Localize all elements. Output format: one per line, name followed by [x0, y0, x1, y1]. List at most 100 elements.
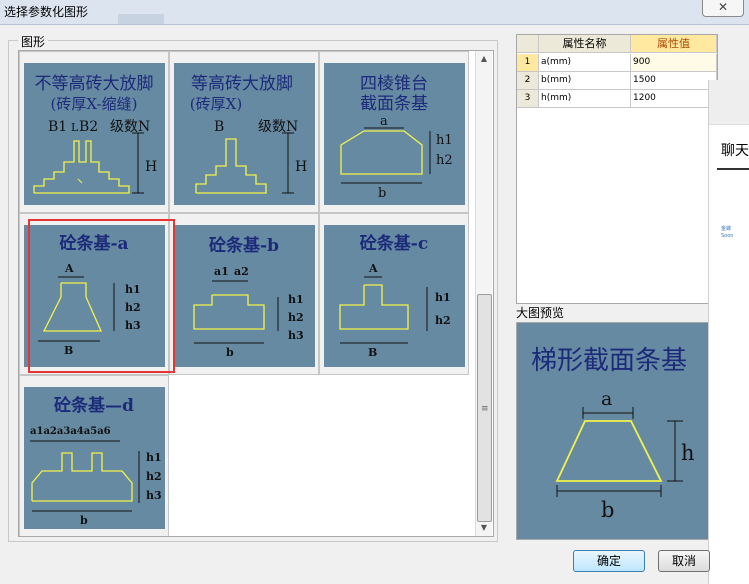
property-grid: 属性名称 属性值 1 a(mm) 900 2 b(mm) 1500 3 h(mm…	[516, 34, 718, 304]
row-index: 1	[517, 54, 539, 72]
shape-tile-pyramid-strip-footing[interactable]: 四棱锥台 截面条基 a h1 h2 b	[319, 51, 469, 213]
concrete-strip-c-diagram: 砼条基-c A h1 h2 B	[339, 233, 451, 359]
shape-title-line1: 不等高砖大放脚	[35, 74, 154, 94]
property-value-input[interactable]: 1200	[631, 90, 717, 108]
shape-tile-concrete-strip-d[interactable]: 砼条基—d a1a2a3a4a5a6 h1 h2 h3 b	[19, 375, 169, 536]
property-value-input[interactable]: 1500	[631, 72, 717, 90]
footing-outline	[193, 294, 265, 330]
label-b: b	[378, 186, 386, 201]
property-row[interactable]: 3 h(mm) 1200	[517, 90, 717, 108]
property-row[interactable]: 1 a(mm) 900	[517, 54, 717, 72]
shape-thumbnail: 砼条基-c A h1 h2 B	[324, 225, 465, 367]
chat-tab-underline	[717, 168, 749, 170]
label-h2: h2	[436, 153, 453, 168]
shape-thumbnail: 等高砖大放脚 (砖厚X) B 级数N H	[174, 63, 315, 205]
label-a: A	[368, 262, 378, 275]
footing-outline	[195, 138, 267, 194]
grip-icon: ≡	[481, 404, 489, 414]
background-tab	[118, 14, 164, 24]
label-a: a	[601, 388, 612, 410]
label-a1: a1	[214, 265, 229, 278]
row-index: 2	[517, 72, 539, 90]
row-index: 3	[517, 90, 539, 108]
label-h2: h2	[146, 470, 162, 483]
group-label: 图形	[18, 33, 49, 50]
label-b: b	[601, 498, 614, 522]
property-name: b(mm)	[539, 72, 631, 90]
label-b: b	[226, 346, 234, 359]
footing-outline	[33, 140, 130, 194]
scroll-thumb[interactable]: ≡	[477, 294, 492, 522]
label-h: H	[295, 159, 307, 175]
pyramid-strip-footing-diagram: 四棱锥台 截面条基 a h1 h2 b	[340, 74, 453, 201]
label-level: 级数N	[110, 119, 150, 135]
trapezoid-strip-footing-diagram: 梯形截面条基 a h b	[531, 346, 695, 522]
label-b: B	[368, 346, 377, 359]
shape-title-line1: 四棱锥台	[360, 74, 428, 94]
shape-title-line2: (砖厚X-缩缝)	[51, 95, 138, 113]
shape-thumbnail: 不等高砖大放脚 (砖厚X-缩缝) B1 L B2 级数N H	[24, 63, 165, 205]
shape-tile-even-brick-footing[interactable]: 等高砖大放脚 (砖厚X) B 级数N H	[169, 51, 319, 213]
header-property-name: 属性名称	[539, 35, 631, 53]
window-title: 选择参数化图形	[4, 5, 89, 19]
cancel-button[interactable]: 取消	[658, 550, 710, 572]
label-b2: B2	[79, 119, 98, 135]
shape-thumbnail: 四棱锥台 截面条基 a h1 h2 b	[324, 63, 465, 205]
label-h1: h1	[435, 291, 451, 304]
shape-thumbnail: 砼条基—d a1a2a3a4a5a6 h1 h2 h3 b	[24, 387, 165, 529]
concrete-strip-d-diagram: 砼条基—d a1a2a3a4a5a6 h1 h2 h3 b	[30, 395, 162, 527]
label-h1: h1	[436, 133, 453, 148]
label-h1: h1	[288, 293, 304, 306]
chat-panel[interactable]: 聊天 金蝶 Soon	[708, 80, 749, 584]
concrete-strip-b-diagram: 砼条基-b a1 a2 h1 h2 h3 b	[193, 235, 304, 359]
confirm-button[interactable]: 确定	[573, 550, 645, 572]
break-mark	[77, 178, 83, 184]
label-a-sequence: a1a2a3a4a5a6	[30, 426, 111, 437]
chat-panel-header	[709, 80, 749, 125]
shape-title-line2: 截面条基	[360, 94, 428, 114]
label-b: B	[214, 119, 224, 135]
even-brick-footing-diagram: 等高砖大放脚 (砖厚X) B 级数N H	[190, 74, 307, 194]
property-value-input[interactable]: 900	[631, 54, 717, 72]
scroll-down-icon[interactable]: ▼	[476, 520, 492, 536]
label-a2: a2	[234, 265, 249, 278]
shape-tile-uneven-brick-footing[interactable]: 不等高砖大放脚 (砖厚X-缩缝) B1 L B2 级数N H	[19, 51, 169, 213]
preview-title: 梯形截面条基	[531, 346, 687, 376]
gallery-scrollbar[interactable]: ▲ ≡ ▼	[475, 51, 492, 536]
shape-title: 砼条基-b	[209, 235, 279, 256]
close-button[interactable]: ✕	[702, 0, 744, 17]
label-b1: B1	[48, 119, 67, 135]
uneven-brick-footing-diagram: 不等高砖大放脚 (砖厚X-缩缝) B1 L B2 级数N H	[33, 74, 157, 194]
label-h: h	[681, 441, 695, 465]
shape-tile-concrete-strip-b[interactable]: 砼条基-b a1 a2 h1 h2 h3 b	[169, 213, 319, 375]
scroll-up-icon[interactable]: ▲	[476, 51, 492, 67]
label-h2: h2	[435, 314, 451, 327]
label-h: H	[145, 159, 157, 175]
title-bar: 选择参数化图形 ✕	[0, 0, 749, 25]
label-h3: h3	[146, 489, 162, 502]
pyramid-outline	[340, 130, 423, 175]
shape-title-line2: (砖厚X)	[190, 95, 242, 113]
shape-title: 砼条基-c	[360, 233, 428, 254]
label-h1: h1	[146, 451, 162, 464]
header-corner	[517, 35, 539, 53]
label-h3: h3	[288, 329, 304, 342]
chat-logo-icon: 金蝶 Soon	[721, 226, 734, 239]
footing-outline	[31, 452, 133, 502]
property-name: a(mm)	[539, 54, 631, 72]
label-b: b	[80, 514, 88, 527]
property-row[interactable]: 2 b(mm) 1500	[517, 72, 717, 90]
trapezoid-outline	[555, 420, 663, 482]
header-property-value: 属性值	[631, 35, 717, 53]
property-header-row: 属性名称 属性值	[517, 35, 717, 53]
chat-title[interactable]: 聊天	[721, 140, 749, 160]
shape-title-line1: 等高砖大放脚	[191, 74, 293, 94]
preview-label: 大图预览	[516, 306, 565, 320]
large-preview: 梯形截面条基 a h b	[516, 322, 710, 540]
shape-title: 砼条基—d	[54, 395, 134, 416]
property-name: h(mm)	[539, 90, 631, 108]
shape-thumbnail: 砼条基-b a1 a2 h1 h2 h3 b	[174, 225, 315, 367]
label-h2: h2	[288, 311, 304, 324]
footing-outline	[339, 284, 409, 330]
shape-tile-concrete-strip-c[interactable]: 砼条基-c A h1 h2 B	[319, 213, 469, 375]
